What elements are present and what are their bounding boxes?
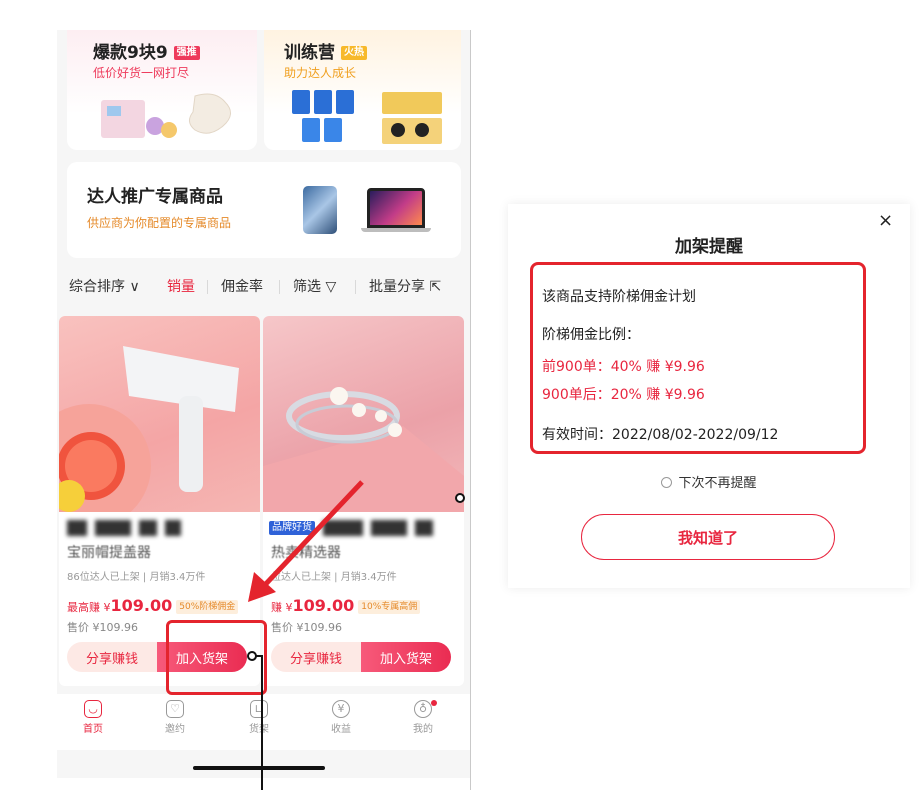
close-icon[interactable]: × bbox=[878, 210, 893, 231]
got-it-button[interactable]: 我知道了 bbox=[581, 514, 835, 560]
commission-plan-text: 该商品支持阶梯佣金计划 bbox=[542, 289, 696, 305]
commission-tier-2: 900单后：20% 赚 ¥9.96 bbox=[542, 387, 705, 403]
commission-tier-1: 前900单：40% 赚 ¥9.96 bbox=[542, 359, 705, 375]
commission-ratio-label: 阶梯佣金比例： bbox=[542, 327, 640, 343]
annotation-connector-dot bbox=[455, 493, 465, 503]
annotation-arrow-shaft bbox=[260, 480, 364, 590]
no-remind-label: 下次不再提醒 bbox=[678, 476, 757, 491]
no-remind-option[interactable]: 下次不再提醒 bbox=[508, 472, 910, 491]
annotation-connector bbox=[252, 655, 263, 790]
listing-reminder-dialog: × 加架提醒 该商品支持阶梯佣金计划 阶梯佣金比例： 前900单：40% 赚 ¥… bbox=[508, 204, 910, 588]
radio-button[interactable] bbox=[661, 477, 673, 488]
annotation-connector-dot bbox=[247, 651, 257, 661]
validity-period: 有效时间：2022/08/02-2022/09/12 bbox=[542, 427, 779, 443]
dialog-title: 加架提醒 bbox=[675, 237, 743, 257]
